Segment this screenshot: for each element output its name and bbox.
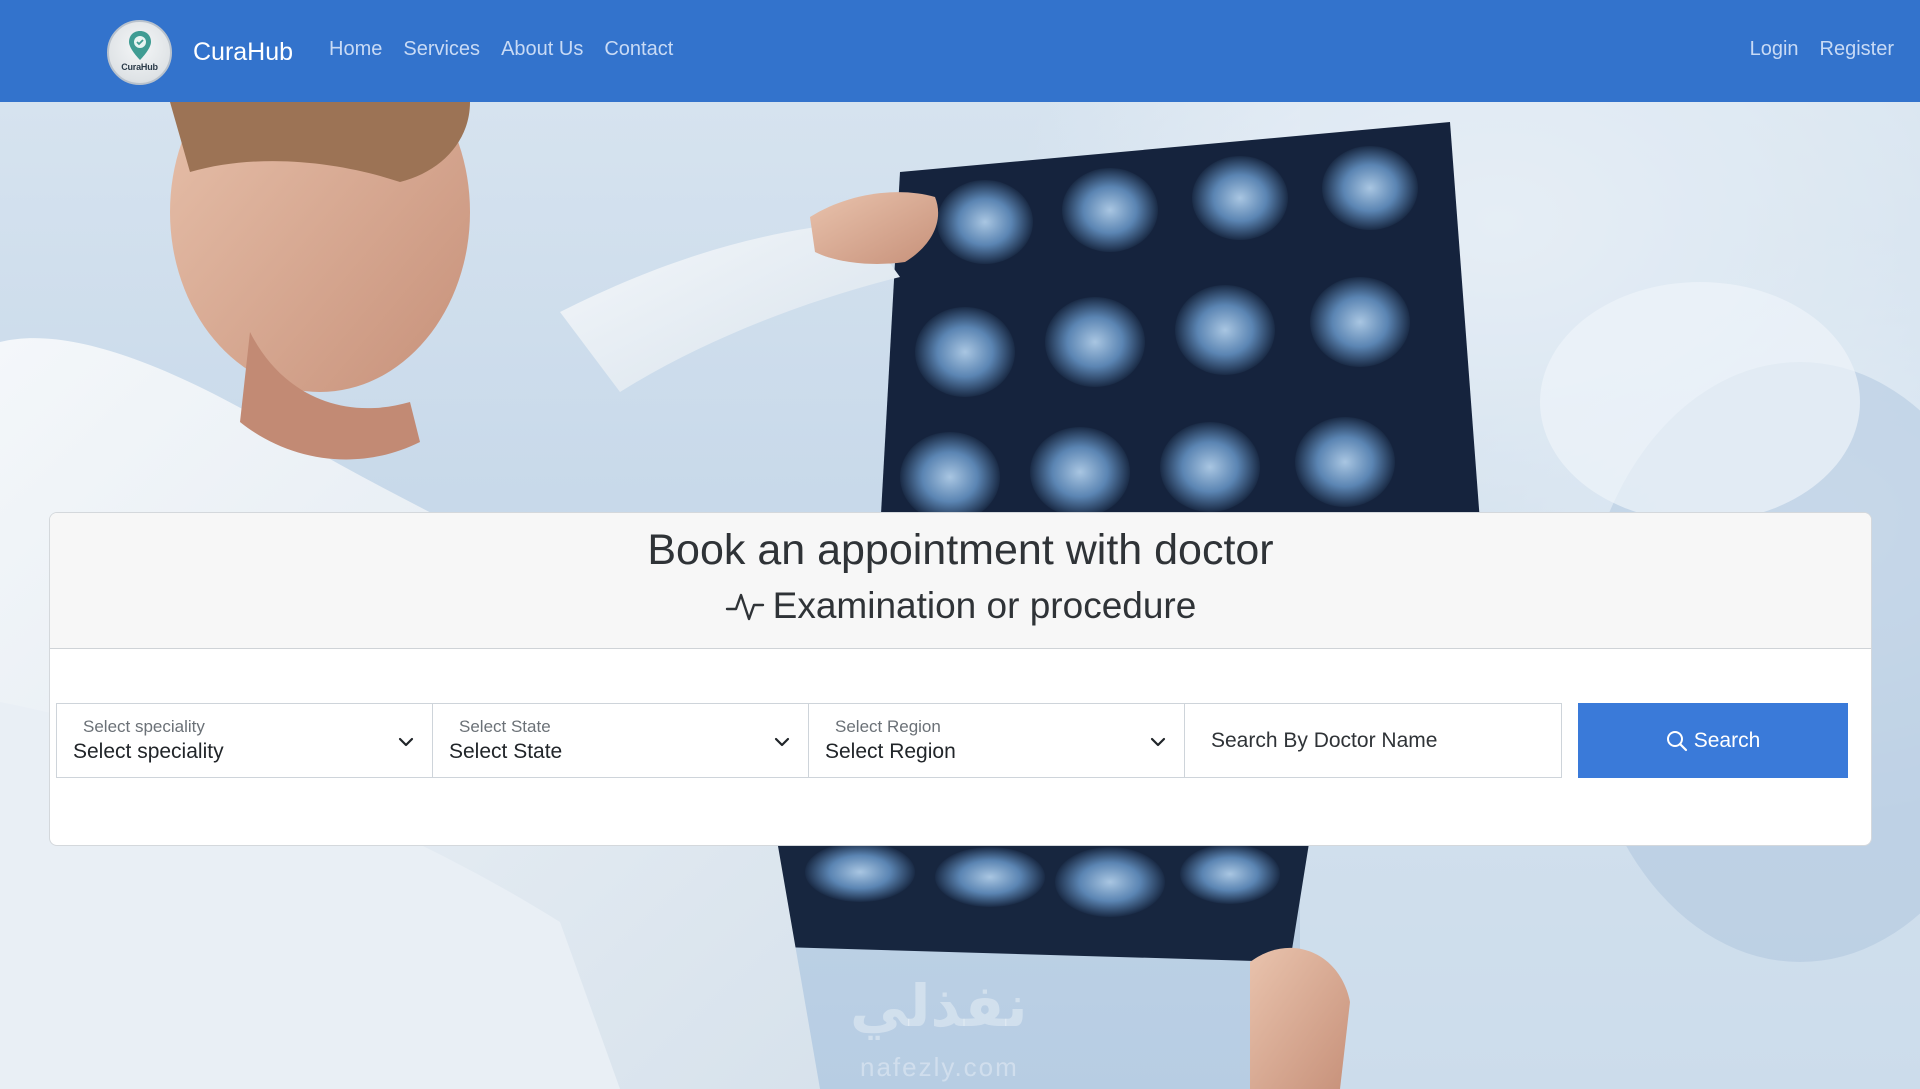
search-button[interactable]: Search <box>1578 703 1848 778</box>
activity-icon <box>725 593 764 621</box>
search-form: Select speciality Select speciality Sele… <box>56 703 1848 778</box>
login-link[interactable]: Login <box>1750 38 1799 61</box>
speciality-value: Select speciality <box>73 740 224 763</box>
chevron-down-icon <box>774 737 790 747</box>
nav-services[interactable]: Services <box>403 38 480 61</box>
search-button-label: Search <box>1693 728 1761 752</box>
state-select[interactable]: Select State Select State <box>432 703 809 778</box>
booking-subtitle-text: Examination or procedure <box>772 585 1197 626</box>
booking-title: Book an appointment with doctor <box>647 526 1274 574</box>
watermark-url: nafezly.com <box>860 1052 1019 1082</box>
top-navbar: CuraHub CuraHub Home Services About Us C… <box>0 0 1920 102</box>
doctor-name-input[interactable] <box>1184 703 1562 778</box>
state-label: Select State <box>459 717 551 736</box>
booking-subtitle: Examination or procedure <box>50 585 1871 627</box>
nav-about-us[interactable]: About Us <box>501 38 583 61</box>
watermark-logo: نفذلي <box>850 972 1028 1040</box>
register-link[interactable]: Register <box>1820 38 1894 61</box>
brand-link[interactable]: CuraHub CuraHub <box>107 20 293 85</box>
state-value: Select State <box>449 740 563 763</box>
region-select[interactable]: Select Region Select Region <box>808 703 1185 778</box>
chevron-down-icon <box>398 737 414 747</box>
location-pin-icon <box>128 31 151 60</box>
logo-text: CuraHub <box>121 62 158 72</box>
region-label: Select Region <box>835 717 941 736</box>
brand-name[interactable]: CuraHub <box>193 38 293 67</box>
booking-card-header: Book an appointment with doctor Examinat… <box>50 513 1871 649</box>
nav-contact[interactable]: Contact <box>604 38 673 61</box>
search-icon <box>1666 730 1687 751</box>
speciality-select[interactable]: Select speciality Select speciality <box>56 703 433 778</box>
chevron-down-icon <box>1150 737 1166 747</box>
auth-nav: Login Register <box>1729 38 1894 61</box>
speciality-label: Select speciality <box>83 717 205 736</box>
nav-home[interactable]: Home <box>329 38 382 61</box>
region-value: Select Region <box>825 740 956 763</box>
booking-card: Book an appointment with doctor Examinat… <box>49 512 1872 846</box>
main-nav: Home Services About Us Contact <box>329 38 694 61</box>
curahub-logo: CuraHub <box>107 20 172 85</box>
